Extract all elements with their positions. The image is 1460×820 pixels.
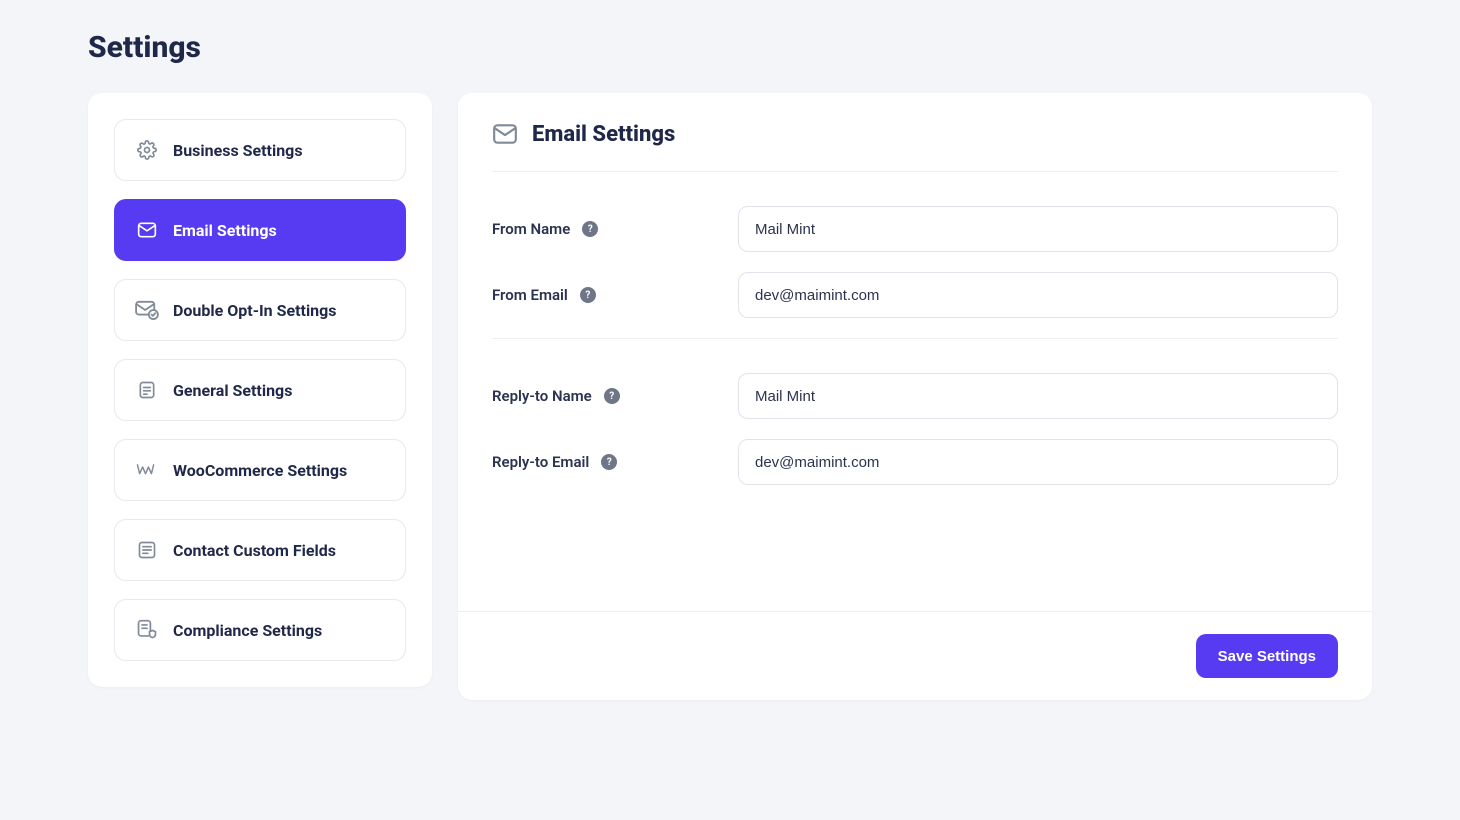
form-fields-icon: [135, 538, 159, 562]
sidebar-item-double-opt-in[interactable]: Double Opt-In Settings: [114, 279, 406, 341]
sidebar-item-general-settings[interactable]: General Settings: [114, 359, 406, 421]
field-row-from-name: From Name ?: [492, 206, 1338, 252]
sidebar-item-contact-custom-fields[interactable]: Contact Custom Fields: [114, 519, 406, 581]
compliance-icon: [135, 618, 159, 642]
field-label: From Email: [492, 286, 568, 304]
field-label: Reply-to Email: [492, 453, 589, 471]
save-settings-button[interactable]: Save Settings: [1196, 634, 1338, 678]
reply-to-name-input[interactable]: [738, 373, 1338, 419]
woocommerce-icon: [135, 458, 159, 482]
mail-icon: [492, 121, 518, 147]
settings-sidebar: Business Settings Email Settings Double …: [88, 93, 432, 687]
sidebar-item-business-settings[interactable]: Business Settings: [114, 119, 406, 181]
field-label: Reply-to Name: [492, 387, 592, 405]
help-icon[interactable]: ?: [582, 221, 598, 237]
email-settings-panel: Email Settings From Name ? From Email ?: [458, 93, 1372, 700]
sidebar-item-label: WooCommerce Settings: [173, 461, 347, 480]
sidebar-item-label: General Settings: [173, 381, 292, 400]
document-icon: [135, 378, 159, 402]
sidebar-item-woocommerce-settings[interactable]: WooCommerce Settings: [114, 439, 406, 501]
field-row-reply-to-name: Reply-to Name ?: [492, 373, 1338, 419]
gear-icon: [135, 138, 159, 162]
panel-header: Email Settings: [492, 121, 1338, 172]
panel-footer: Save Settings: [458, 611, 1372, 700]
sidebar-item-label: Compliance Settings: [173, 621, 322, 640]
help-icon[interactable]: ?: [601, 454, 617, 470]
sidebar-item-compliance-settings[interactable]: Compliance Settings: [114, 599, 406, 661]
reply-to-email-input[interactable]: [738, 439, 1338, 485]
sidebar-item-email-settings[interactable]: Email Settings: [114, 199, 406, 261]
sidebar-item-label: Business Settings: [173, 141, 303, 160]
divider: [492, 338, 1338, 339]
page-title: Settings: [88, 30, 1372, 65]
mail-check-icon: [135, 298, 159, 322]
field-label: From Name: [492, 220, 570, 238]
sidebar-item-label: Contact Custom Fields: [173, 541, 336, 560]
field-row-reply-to-email: Reply-to Email ?: [492, 439, 1338, 485]
help-icon[interactable]: ?: [580, 287, 596, 303]
field-row-from-email: From Email ?: [492, 272, 1338, 318]
from-name-input[interactable]: [738, 206, 1338, 252]
help-icon[interactable]: ?: [604, 388, 620, 404]
sidebar-item-label: Email Settings: [173, 221, 277, 240]
from-email-input[interactable]: [738, 272, 1338, 318]
sidebar-item-label: Double Opt-In Settings: [173, 301, 337, 320]
panel-title: Email Settings: [532, 122, 675, 147]
mail-icon: [135, 218, 159, 242]
